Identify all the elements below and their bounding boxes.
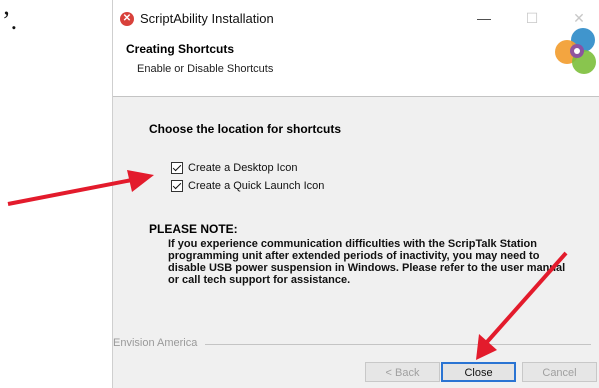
desktop-icon-label: Create a Desktop Icon [188,162,298,174]
quick-launch-label: Create a Quick Launch Icon [188,180,325,192]
close-button[interactable]: Close [441,362,516,382]
desktop-icon-checkbox-row[interactable]: Create a Desktop Icon [171,160,297,176]
app-error-icon: ✕ [120,12,134,26]
footer-divider [205,344,591,345]
note-heading: PLEASE NOTE: [149,222,238,236]
window-title: ScriptAbility Installation [140,11,274,26]
product-logo-icon [555,28,596,74]
page-title: Creating Shortcuts [126,42,235,56]
quick-launch-checkbox-row[interactable]: Create a Quick Launch Icon [171,178,324,194]
installer-window: ✕ ScriptAbility Installation — ☐ ✕ Creat… [112,0,599,388]
cancel-button[interactable]: Cancel [522,362,597,382]
back-button[interactable]: < Back [365,362,440,382]
desktop-icon-checkbox[interactable] [171,162,183,174]
title-bar[interactable]: ✕ ScriptAbility Installation — ☐ ✕ [113,0,599,38]
maximize-button[interactable]: ☐ [518,7,546,29]
quick-launch-checkbox[interactable] [171,180,183,192]
note-text: If you experience communication difficul… [168,238,566,286]
page-subtitle: Enable or Disable Shortcuts [137,63,274,75]
shortcut-location-label: Choose the location for shortcuts [149,122,342,136]
minimize-button[interactable]: — [470,7,498,29]
wizard-body: Choose the location for shortcuts Create… [113,97,599,388]
brand-label: Envision America [113,337,202,349]
wizard-header: Creating Shortcuts Enable or Disable Sho… [113,28,599,97]
stray-punctuation: ’. [2,6,18,35]
